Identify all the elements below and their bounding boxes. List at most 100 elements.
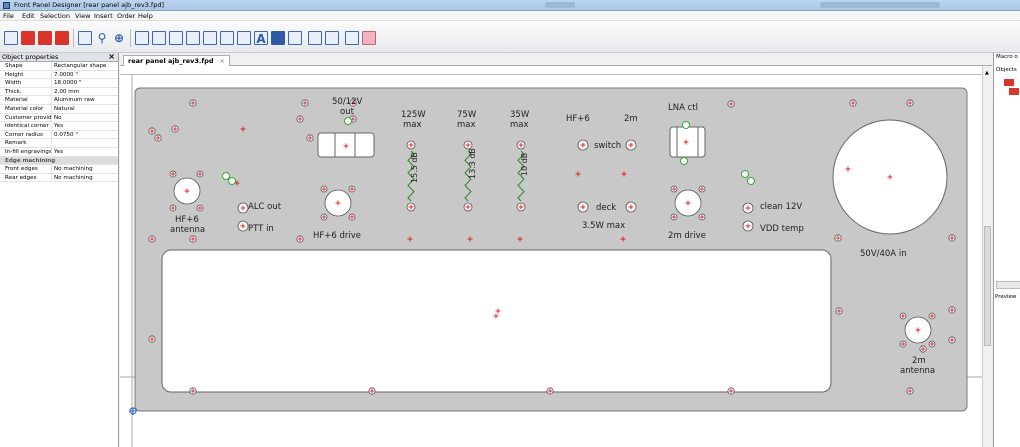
menu-help[interactable]: Help [138,12,153,20]
price-icon[interactable] [362,31,376,45]
scroll-up-icon[interactable]: ▲ [985,70,989,76]
properties-table: Shape Rectangular shape Height 7.0000 " Widt… [0,62,118,183]
label-max-125: max [403,120,422,130]
menu-insert[interactable]: Insert [94,12,113,20]
close-tab-icon[interactable]: × [220,57,225,65]
dimension-icon[interactable] [325,31,339,45]
label-15-5db: 15.5 dB [410,152,419,183]
property-row[interactable]: Rear edges No machining [0,173,118,183]
label-2m: 2m [624,114,638,124]
menu-view[interactable]: View [75,12,90,20]
horizontal-scrollbar[interactable] [996,281,1020,289]
label-50v-40a-in: 50V/40A in [860,249,907,259]
label-75w: 75W [457,110,477,120]
property-row[interactable]: Width 18.0000 " [0,79,118,88]
toolbar-separator [73,29,74,47]
property-value[interactable]: 18.0000 " [52,79,118,87]
property-key: Corner radius [0,130,52,139]
menu-order[interactable]: Order [117,12,135,20]
menu-edit[interactable]: Edit [22,12,35,20]
cutout-window[interactable] [161,249,832,393]
property-value[interactable]: Aluminum raw [52,96,118,104]
property-row[interactable]: Thick. 2.00 mm [0,87,118,97]
property-key: Material [0,96,52,104]
zoom-icon[interactable]: ⚲ [95,31,109,45]
property-value[interactable]: Rectangular shape [52,62,118,70]
property-value[interactable]: 0.0750 " [52,131,118,139]
vertical-scrollbar[interactable]: ▲ [982,66,992,447]
shape-pocket-icon[interactable] [203,31,217,45]
led-hole [222,172,230,180]
front-panel-drawing[interactable]: 50/12V out 125W max 75W max 35W max HF+6… [120,66,992,447]
property-value[interactable] [52,139,118,147]
tab-rear-panel[interactable]: rear panel ajb_rev3.fpd × [123,55,230,66]
label-2m-antenna: 2m [912,356,926,366]
design-canvas[interactable]: 50/12V out 125W max 75W max 35W max HF+6… [120,66,992,447]
property-value[interactable]: No machining [52,165,118,173]
property-row[interactable]: Identical corner Yes [0,122,118,131]
shape-bolt-icon[interactable] [237,31,251,45]
property-value[interactable]: Yes [52,122,118,130]
macro-objects-panel: Macro o Objects Preview [993,53,1020,447]
document-tabs: rear panel ajb_rev3.fpd × [120,53,992,66]
shape-cutout-icon[interactable] [186,31,200,45]
property-key: Remark [0,139,52,147]
led-hole [741,170,749,178]
crosshair-icon[interactable]: ⊕ [112,31,126,45]
label-125w: 125W [401,110,426,120]
label-hf6-drive: HF+6 drive [313,231,361,241]
label-out: out [340,107,355,117]
label-13-3db: 13.3 dB [468,148,477,179]
property-row[interactable]: Customer provid No [0,113,118,123]
led-hole [344,117,352,125]
scrollbar-thumb[interactable] [984,226,991,346]
property-row[interactable]: Material Aluminum raw [0,96,118,105]
property-value[interactable]: 2.00 mm [52,88,118,96]
label-max-35: max [510,120,529,130]
window-title: Front Panel Designer [rear panel ajb_rev… [14,1,164,9]
label-hf6: HF+6 [566,114,590,124]
menu-bar: File Edit Selection View Insert Order He… [0,11,1020,21]
new-icon[interactable] [4,31,18,45]
object-tree-item-icon[interactable] [1004,79,1014,86]
open-icon[interactable] [21,31,35,45]
align-icon[interactable] [308,31,322,45]
macro-header: Macro o [996,54,1018,60]
shape-hole-icon[interactable] [152,31,166,45]
object-tree-item-icon[interactable] [1009,88,1019,95]
property-row[interactable]: Front edges No machining [0,165,118,174]
app-window: Front Panel Designer [rear panel ajb_rev… [0,0,1020,447]
property-value[interactable]: 7.0000 " [52,71,118,79]
property-row[interactable]: Edge machining [0,156,118,166]
save-icon[interactable] [38,31,52,45]
print-icon[interactable] [55,31,69,45]
label-2m-drive: 2m drive [668,231,706,241]
label-clean-12v: clean 12V [760,202,802,212]
property-key: Edge machining [5,157,56,164]
property-row[interactable]: In-fill engravings Yes [0,147,118,157]
close-icon[interactable]: × [108,52,115,61]
group-icon[interactable] [345,31,359,45]
label-switch: switch [594,141,621,151]
property-value[interactable]: No [52,114,118,122]
property-row[interactable]: Remark [0,139,118,148]
label-3-5w-max: 3.5W max [582,221,625,231]
property-value[interactable]: Yes [52,148,118,156]
shape-threaded-icon[interactable] [220,31,234,45]
select-arrow-icon[interactable] [78,31,92,45]
property-value[interactable]: No machining [52,174,118,182]
shape-rect-icon[interactable] [135,31,149,45]
label-alc-out: ALC out [248,202,282,212]
property-row[interactable]: Shape Rectangular shape [0,62,118,71]
text-engraving-icon[interactable]: A [254,31,268,46]
property-row[interactable]: Height 7.0000 " [0,70,118,80]
property-value[interactable]: Natural [52,105,118,113]
shape-slot-icon[interactable] [169,31,183,45]
menu-selection[interactable]: Selection [40,12,70,20]
graphic-engraving-icon[interactable] [271,31,285,45]
menu-file[interactable]: File [3,12,14,20]
property-row[interactable]: Material color Natural [0,104,118,114]
line-icon[interactable] [288,31,302,45]
titlebar-blur [820,2,940,8]
property-row[interactable]: Corner radius 0.0750 " [0,130,118,140]
